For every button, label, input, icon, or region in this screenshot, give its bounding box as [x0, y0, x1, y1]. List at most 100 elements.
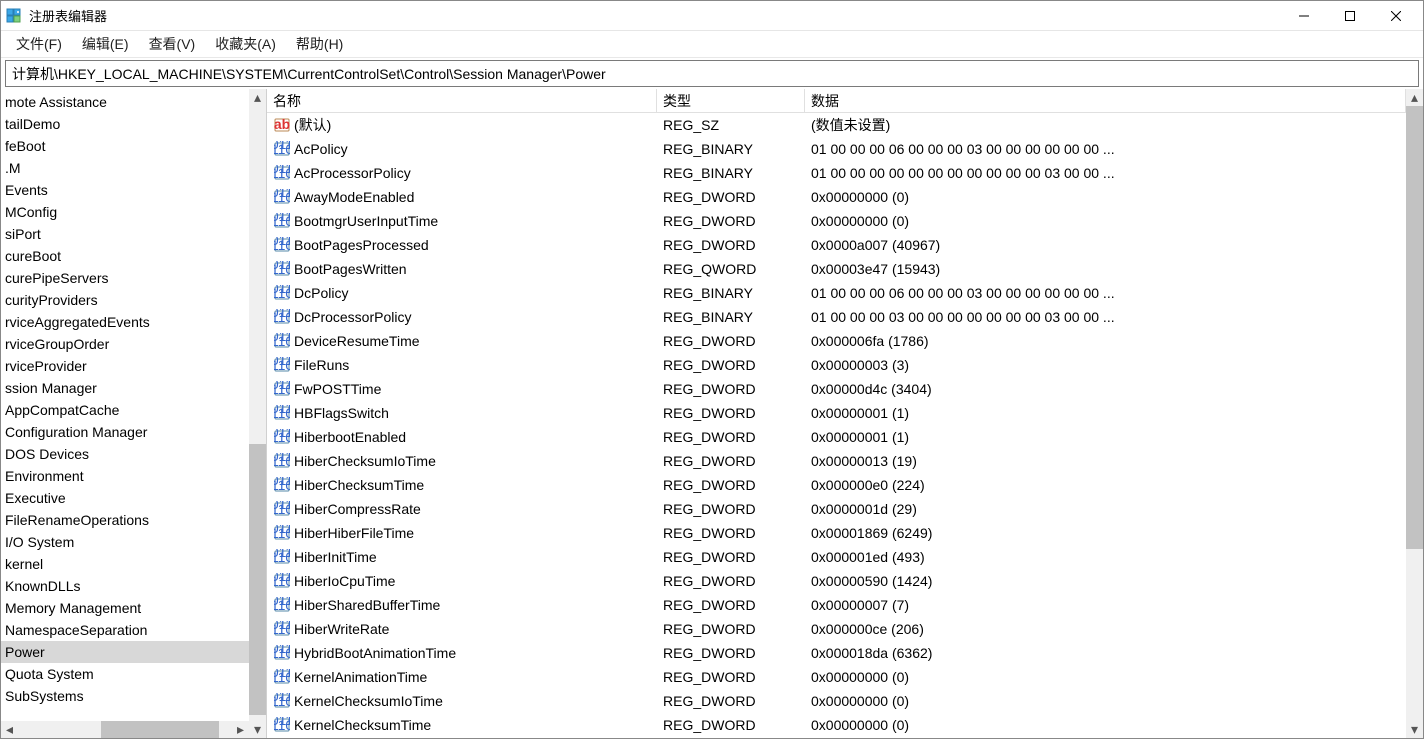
list-vscroll[interactable]: ▴ ▾	[1406, 89, 1423, 738]
value-type: REG_DWORD	[657, 453, 805, 469]
scroll-up-icon[interactable]: ▴	[249, 89, 266, 106]
list-row[interactable]: 011110BootmgrUserInputTimeREG_DWORD0x000…	[267, 209, 1406, 233]
list-row[interactable]: 011110AcProcessorPolicyREG_BINARY01 00 0…	[267, 161, 1406, 185]
list-row[interactable]: 011110HiberSharedBufferTimeREG_DWORD0x00…	[267, 593, 1406, 617]
address-bar[interactable]: 计算机\HKEY_LOCAL_MACHINE\SYSTEM\CurrentCon…	[5, 60, 1419, 87]
tree-item[interactable]: ssion Manager	[1, 377, 249, 399]
scroll-down-icon[interactable]: ▾	[249, 721, 266, 738]
close-button[interactable]	[1373, 1, 1419, 31]
tree-item[interactable]: curityProviders	[1, 289, 249, 311]
value-data: 0x000000ce (206)	[805, 621, 1406, 637]
list-row[interactable]: 011110HiberHiberFileTimeREG_DWORD0x00001…	[267, 521, 1406, 545]
menu-help[interactable]: 帮助(H)	[287, 31, 352, 57]
tree-item[interactable]: FileRenameOperations	[1, 509, 249, 531]
menu-favorites[interactable]: 收藏夹(A)	[206, 31, 285, 57]
list-row[interactable]: 011110KernelChecksumIoTimeREG_DWORD0x000…	[267, 689, 1406, 713]
menu-view[interactable]: 查看(V)	[140, 31, 205, 57]
body: mote AssistancetailDemofeBoot.MEventsMCo…	[1, 89, 1423, 738]
tree-item[interactable]: rviceAggregatedEvents	[1, 311, 249, 333]
scroll-right-icon[interactable]: ▸	[232, 721, 249, 738]
list-row[interactable]: ab(默认)REG_SZ(数值未设置)	[267, 113, 1406, 137]
list-row[interactable]: 011110HiberbootEnabledREG_DWORD0x0000000…	[267, 425, 1406, 449]
binary-value-icon: 011110	[273, 237, 290, 254]
tree-item[interactable]: Quota System	[1, 663, 249, 685]
list-row[interactable]: 011110DcPolicyREG_BINARY01 00 00 00 06 0…	[267, 281, 1406, 305]
list-row[interactable]: 011110HiberChecksumTimeREG_DWORD0x000000…	[267, 473, 1406, 497]
titlebar[interactable]: 注册表编辑器	[1, 1, 1423, 31]
scroll-down-icon[interactable]: ▾	[1406, 721, 1423, 738]
scroll-up-icon[interactable]: ▴	[1406, 89, 1423, 106]
binary-value-icon: 011110	[273, 285, 290, 302]
list-row[interactable]: 011110HiberChecksumIoTimeREG_DWORD0x0000…	[267, 449, 1406, 473]
tree-item[interactable]: Events	[1, 179, 249, 201]
list-row[interactable]: 011110BootPagesProcessedREG_DWORD0x0000a…	[267, 233, 1406, 257]
menu-edit[interactable]: 编辑(E)	[73, 31, 138, 57]
list-row[interactable]: 011110KernelChecksumTimeREG_DWORD0x00000…	[267, 713, 1406, 737]
menu-file[interactable]: 文件(F)	[7, 31, 71, 57]
scroll-left-icon[interactable]: ◂	[1, 721, 18, 738]
tree-item[interactable]: siPort	[1, 223, 249, 245]
binary-value-icon: 011110	[273, 621, 290, 638]
tree-item[interactable]: Environment	[1, 465, 249, 487]
col-header-type[interactable]: 类型	[657, 89, 805, 112]
col-header-data[interactable]: 数据	[805, 89, 1406, 112]
list-vscroll-thumb[interactable]	[1406, 106, 1423, 549]
tree-item[interactable]: Configuration Manager	[1, 421, 249, 443]
list-row[interactable]: 011110HBFlagsSwitchREG_DWORD0x00000001 (…	[267, 401, 1406, 425]
list-row[interactable]: 011110HiberWriteRateREG_DWORD0x000000ce …	[267, 617, 1406, 641]
list-row[interactable]: 011110HiberCompressRateREG_DWORD0x000000…	[267, 497, 1406, 521]
value-name: KernelChecksumIoTime	[294, 693, 443, 709]
list-row[interactable]: 011110HiberInitTimeREG_DWORD0x000001ed (…	[267, 545, 1406, 569]
list-row[interactable]: 011110KernelAnimationTimeREG_DWORD0x0000…	[267, 665, 1406, 689]
list-row[interactable]: 011110DcProcessorPolicyREG_BINARY01 00 0…	[267, 305, 1406, 329]
value-data: 0x00000000 (0)	[805, 213, 1406, 229]
tree-item[interactable]: KnownDLLs	[1, 575, 249, 597]
tree-item[interactable]: feBoot	[1, 135, 249, 157]
list-vscroll-track[interactable]	[1406, 106, 1423, 721]
tree-item[interactable]: rviceGroupOrder	[1, 333, 249, 355]
tree-pane[interactable]: mote AssistancetailDemofeBoot.MEventsMCo…	[1, 89, 267, 738]
tree-item[interactable]: AppCompatCache	[1, 399, 249, 421]
tree-hscroll[interactable]: ◂ ▸	[1, 721, 249, 738]
value-type: REG_DWORD	[657, 333, 805, 349]
tree-item[interactable]: Executive	[1, 487, 249, 509]
tree-item[interactable]: cureBoot	[1, 245, 249, 267]
col-header-name[interactable]: 名称	[267, 89, 657, 112]
maximize-button[interactable]	[1327, 1, 1373, 31]
list-row[interactable]: 011110HiberIoCpuTimeREG_DWORD0x00000590 …	[267, 569, 1406, 593]
address-text: 计算机\HKEY_LOCAL_MACHINE\SYSTEM\CurrentCon…	[12, 64, 606, 84]
tree-item[interactable]: I/O System	[1, 531, 249, 553]
list-row[interactable]: 011110AwayModeEnabledREG_DWORD0x00000000…	[267, 185, 1406, 209]
list-row[interactable]: 011110FileRunsREG_DWORD0x00000003 (3)	[267, 353, 1406, 377]
tree-item-label: AppCompatCache	[5, 402, 119, 418]
tree-vscroll[interactable]: ▴ ▾	[249, 89, 266, 738]
svg-text:110: 110	[274, 573, 290, 589]
tree-item[interactable]: Power	[1, 641, 249, 663]
tree-hscroll-thumb[interactable]	[101, 721, 219, 738]
tree-item[interactable]: .M	[1, 157, 249, 179]
tree-item-label: cureBoot	[5, 248, 61, 264]
tree-item[interactable]: MConfig	[1, 201, 249, 223]
list-row[interactable]: 011110AcPolicyREG_BINARY01 00 00 00 06 0…	[267, 137, 1406, 161]
list-row[interactable]: 011110DeviceResumeTimeREG_DWORD0x000006f…	[267, 329, 1406, 353]
list-row[interactable]: 011110BootPagesWrittenREG_QWORD0x00003e4…	[267, 257, 1406, 281]
tree-item[interactable]: kernel	[1, 553, 249, 575]
tree-item[interactable]: Memory Management	[1, 597, 249, 619]
tree-vscroll-track[interactable]	[249, 106, 266, 721]
tree-item[interactable]: tailDemo	[1, 113, 249, 135]
tree-item[interactable]: rviceProvider	[1, 355, 249, 377]
tree-item[interactable]: DOS Devices	[1, 443, 249, 465]
tree-item[interactable]: SubSystems	[1, 685, 249, 707]
svg-text:110: 110	[274, 669, 290, 685]
svg-text:110: 110	[274, 309, 290, 325]
tree-item[interactable]: NamespaceSeparation	[1, 619, 249, 641]
list-row[interactable]: 011110FwPOSTTimeREG_DWORD0x00000d4c (340…	[267, 377, 1406, 401]
binary-value-icon: 011110	[273, 573, 290, 590]
tree-hscroll-track[interactable]	[18, 721, 232, 738]
tree-item[interactable]: curePipeServers	[1, 267, 249, 289]
list-row[interactable]: 011110HybridBootAnimationTimeREG_DWORD0x…	[267, 641, 1406, 665]
value-data: 0x0000a007 (40967)	[805, 237, 1406, 253]
tree-vscroll-thumb[interactable]	[249, 444, 266, 715]
minimize-button[interactable]	[1281, 1, 1327, 31]
tree-item[interactable]: mote Assistance	[1, 91, 249, 113]
